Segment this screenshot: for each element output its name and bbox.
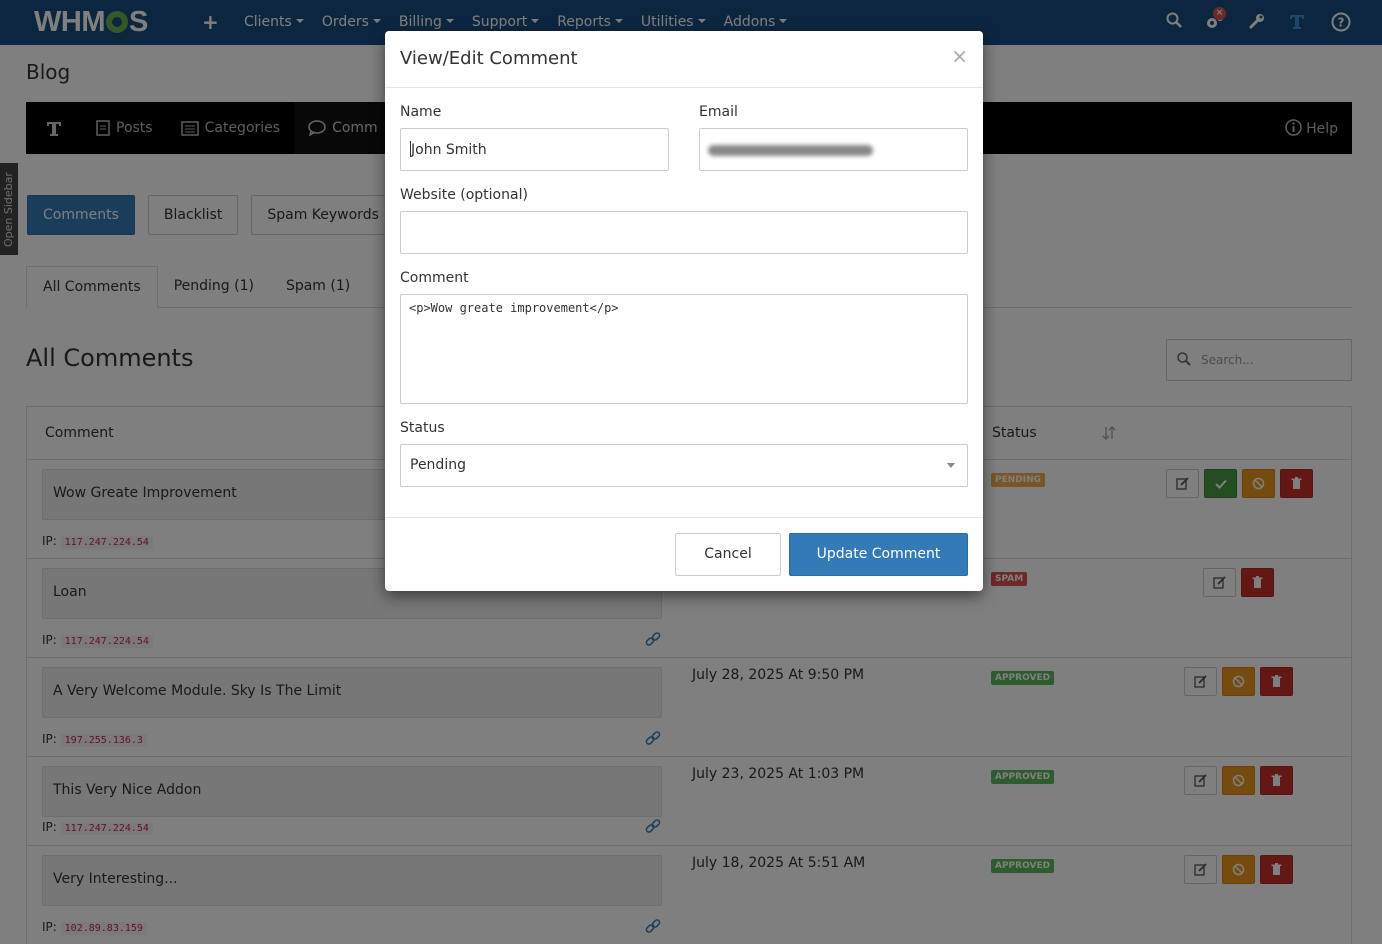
status-select[interactable]: Pending (400, 444, 968, 487)
cancel-button[interactable]: Cancel (675, 533, 781, 576)
redacted-email (708, 145, 873, 156)
close-icon[interactable]: × (951, 44, 968, 68)
email-label: Email (699, 104, 738, 120)
comment-textarea[interactable]: <p>Wow greate improvement</p> (400, 294, 968, 404)
website-field[interactable] (400, 211, 968, 254)
name-field[interactable]: John Smith (400, 128, 669, 171)
comment-label: Comment (400, 270, 469, 286)
email-field[interactable] (699, 128, 968, 171)
name-label: Name (400, 104, 442, 120)
modal-title: View/Edit Comment (400, 48, 578, 69)
edit-comment-modal: View/Edit Comment × Name John Smith Emai… (385, 31, 983, 591)
chevron-down-icon (947, 463, 955, 468)
update-comment-button[interactable]: Update Comment (789, 533, 968, 576)
website-label: Website (optional) (400, 187, 528, 203)
modal-header: View/Edit Comment × (385, 31, 983, 88)
status-label: Status (400, 420, 445, 436)
modal-footer: Cancel Update Comment (385, 517, 983, 591)
